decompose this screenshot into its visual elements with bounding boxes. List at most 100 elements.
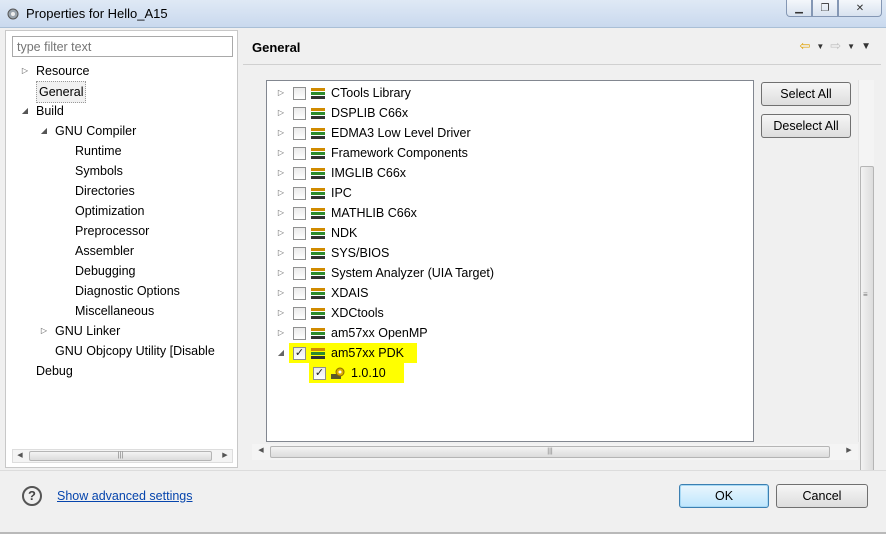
tree-item-label: General — [36, 81, 87, 103]
page-vertical-scrollbar[interactable]: ≡ — [858, 80, 874, 508]
product-item[interactable]: ◢ ✓ am57xx PDK — [267, 343, 753, 363]
product-checkbox[interactable] — [293, 87, 306, 100]
minimize-button[interactable]: ▁ — [786, 0, 812, 17]
back-arrow-icon[interactable]: ⇦ — [799, 38, 810, 54]
scroll-left-icon[interactable]: ◀ — [254, 446, 268, 454]
collapsed-arrow-icon[interactable]: ▷ — [276, 283, 286, 303]
collapsed-arrow-icon[interactable]: ▷ — [276, 83, 286, 103]
minimize-icon: ▁ — [795, 2, 803, 14]
product-checkbox[interactable] — [293, 147, 306, 160]
product-version-item[interactable]: ✓ 1.0.10 — [267, 363, 753, 383]
vertical-scroll-thumb[interactable] — [860, 166, 874, 508]
package-icon — [310, 246, 326, 260]
collapsed-arrow-icon[interactable]: ▷ — [276, 183, 286, 203]
collapsed-arrow-icon[interactable]: ▷ — [276, 203, 286, 223]
expanded-arrow-icon[interactable]: ◢ — [39, 121, 49, 141]
page-header: General ⇦ ▼ ⇨ ▼ ▼ — [243, 30, 881, 64]
select-all-button[interactable]: Select All — [761, 82, 851, 106]
version-gear-icon — [330, 366, 346, 380]
scroll-left-icon[interactable]: ◀ — [13, 450, 27, 462]
products-list: ▷ CTools Library ▷ DSPLIB C66x ▷ EDMA3 Low Le… — [266, 80, 754, 442]
maximize-button[interactable]: ❐ — [812, 0, 838, 17]
collapsed-arrow-icon[interactable]: ▷ — [276, 263, 286, 283]
product-item[interactable]: ▷ System Analyzer (UIA Target) — [267, 263, 753, 283]
scroll-right-icon[interactable]: ▶ — [218, 450, 232, 462]
collapsed-arrow-icon[interactable]: ▷ — [276, 223, 286, 243]
expanded-arrow-icon[interactable]: ◢ — [276, 343, 286, 363]
filter-input[interactable] — [12, 36, 233, 57]
collapsed-arrow-icon[interactable]: ▷ — [276, 163, 286, 183]
product-item[interactable]: ▷ am57xx OpenMP — [267, 323, 753, 343]
product-item[interactable]: ▷ EDMA3 Low Level Driver — [267, 123, 753, 143]
collapsed-arrow-icon[interactable]: ▷ — [276, 103, 286, 123]
product-checkbox[interactable]: ✓ — [293, 347, 306, 360]
tree-item-label: GNU Compiler — [55, 124, 137, 138]
title-bar: Properties for Hello_A15 ▁ ❐ ✕ — [0, 0, 886, 28]
tree-horizontal-scrollbar[interactable]: ◀ ||| ▶ — [12, 449, 233, 463]
tree-item-label: Diagnostic Options — [75, 284, 180, 298]
product-item[interactable]: ▷ XDCtools — [267, 303, 753, 323]
tree-item-label: Optimization — [75, 204, 145, 218]
collapsed-arrow-icon[interactable]: ▷ — [276, 123, 286, 143]
product-checkbox[interactable] — [293, 267, 306, 280]
product-label: 1.0.10 — [351, 366, 386, 380]
product-label: IMGLIB C66x — [331, 166, 407, 180]
scroll-right-icon[interactable]: ▶ — [842, 446, 856, 454]
product-checkbox[interactable] — [293, 307, 306, 320]
product-checkbox[interactable] — [293, 287, 306, 300]
show-advanced-settings-link[interactable]: Show advanced settings — [57, 489, 193, 503]
product-item[interactable]: ▷ XDAIS — [267, 283, 753, 303]
package-icon — [310, 86, 326, 100]
product-checkbox[interactable] — [293, 227, 306, 240]
tree-item-label: Preprocessor — [75, 224, 150, 238]
view-menu-icon[interactable]: ▼ — [861, 41, 871, 52]
product-label: DSPLIB C66x — [331, 106, 409, 120]
product-item[interactable]: ▷ DSPLIB C66x — [267, 103, 753, 123]
collapsed-arrow-icon[interactable]: ▷ — [39, 321, 49, 341]
product-item[interactable]: ▷ Framework Components — [267, 143, 753, 163]
package-icon — [310, 266, 326, 280]
product-checkbox[interactable] — [293, 167, 306, 180]
product-item[interactable]: ▷ IPC — [267, 183, 753, 203]
back-dropdown-icon[interactable]: ▼ — [816, 42, 824, 51]
package-icon — [310, 206, 326, 220]
list-scroll-thumb[interactable]: ||| — [270, 446, 830, 458]
product-item[interactable]: ▷ CTools Library — [267, 83, 753, 103]
tree-item-label: GNU Linker — [55, 324, 121, 338]
package-icon — [310, 186, 326, 200]
collapsed-arrow-icon[interactable]: ▷ — [276, 303, 286, 323]
restore-icon: ❐ — [820, 2, 830, 14]
product-checkbox[interactable]: ✓ — [313, 367, 326, 380]
ok-button[interactable]: OK — [679, 484, 769, 508]
product-item[interactable]: ▷ MATHLIB C66x — [267, 203, 753, 223]
forward-dropdown-icon[interactable]: ▼ — [847, 42, 855, 51]
tree-item-label: Runtime — [75, 144, 122, 158]
product-checkbox[interactable] — [293, 207, 306, 220]
deselect-all-button[interactable]: Deselect All — [761, 114, 851, 138]
product-label: IPC — [331, 186, 352, 200]
forward-arrow-icon[interactable]: ⇨ — [830, 38, 841, 54]
cancel-button[interactable]: Cancel — [776, 484, 868, 508]
close-button[interactable]: ✕ — [838, 0, 882, 17]
product-item[interactable]: ▷ NDK — [267, 223, 753, 243]
product-label: MATHLIB C66x — [331, 206, 417, 220]
package-icon — [310, 166, 326, 180]
product-checkbox[interactable] — [293, 327, 306, 340]
package-icon — [310, 346, 326, 360]
package-icon — [310, 126, 326, 140]
product-checkbox[interactable] — [293, 187, 306, 200]
product-checkbox[interactable] — [293, 107, 306, 120]
product-item[interactable]: ▷ IMGLIB C66x — [267, 163, 753, 183]
expanded-arrow-icon[interactable]: ◢ — [20, 101, 30, 121]
product-checkbox[interactable] — [293, 127, 306, 140]
help-icon[interactable]: ? — [22, 486, 42, 506]
collapsed-arrow-icon[interactable]: ▷ — [276, 243, 286, 263]
product-item[interactable]: ▷ SYS/BIOS — [267, 243, 753, 263]
product-checkbox[interactable] — [293, 247, 306, 260]
tree-item-label: Directories — [75, 184, 135, 198]
list-horizontal-scrollbar[interactable]: ◀ ||| ▶ — [252, 444, 858, 460]
collapsed-arrow-icon[interactable]: ▷ — [276, 143, 286, 163]
collapsed-arrow-icon[interactable]: ▷ — [20, 61, 30, 81]
tree-scroll-thumb[interactable]: ||| — [29, 451, 212, 461]
collapsed-arrow-icon[interactable]: ▷ — [276, 323, 286, 343]
